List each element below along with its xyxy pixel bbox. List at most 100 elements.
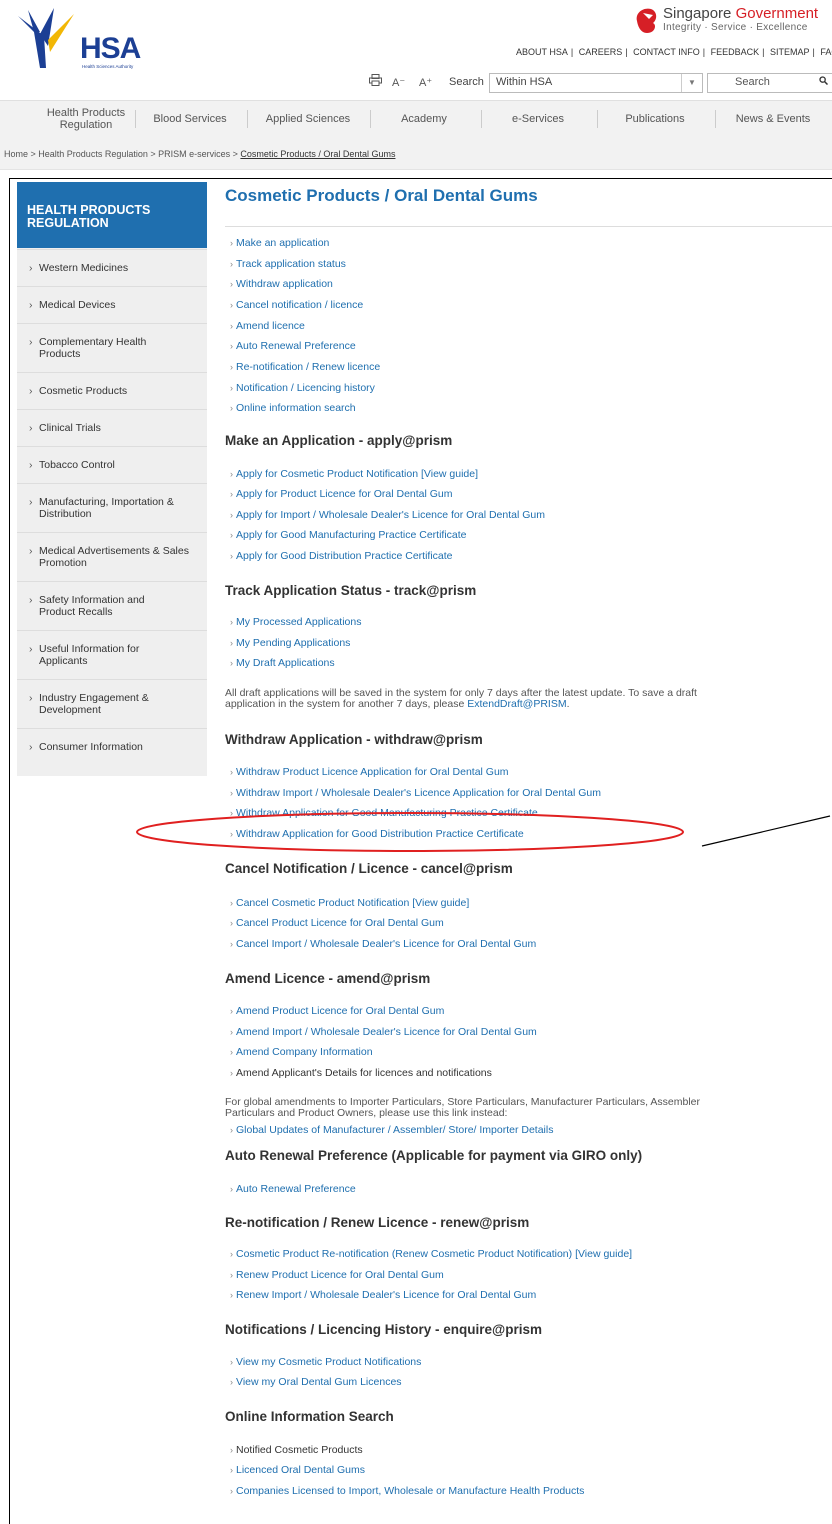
sidebar-item-clinical-trials[interactable]: › Clinical Trials [17,409,207,446]
top-link-contact[interactable]: CONTACT INFO [631,47,702,57]
link-apply-gdp[interactable]: › Apply for Good Distribution Practice Ce… [230,550,453,562]
top-links: ABOUT HSA | CAREERS | CONTACT INFO | FEEDBA… [514,47,832,57]
quick-link-cancel[interactable]: › Cancel notification / licence [230,299,363,311]
page-title: Cosmetic Products / Oral Dental Gums [225,186,538,205]
section-heading-renew: Re-notification / Renew Licence - renew@… [225,1215,530,1230]
nav-news-events[interactable]: News & Events [718,101,828,137]
link-apply-cosmetic-notification[interactable]: › Apply for Cosmetic Product Notification… [230,468,478,480]
increase-font-button[interactable]: A⁺ [419,76,432,89]
link-licensed-companies[interactable]: › Companies Licensed to Import, Wholesale… [230,1485,584,1497]
sidebar-item-cosmetic-products[interactable]: › Cosmetic Products [17,372,207,409]
sidebar-item-useful-information[interactable]: › Useful Information for Applicants [17,630,207,679]
link-pending-applications[interactable]: › My Pending Applications [230,637,350,649]
link-auto-renewal-preference[interactable]: › Auto Renewal Preference [230,1183,356,1195]
sidebar-item-medical-advertisements[interactable]: › Medical Advertisements & Sales Promotio… [17,532,207,581]
chevron-down-icon: ▼ [681,74,702,92]
quick-link-track-status[interactable]: › Track application status [230,258,346,270]
quick-link-online-search[interactable]: › Online information search [230,402,356,414]
nav-e-services[interactable]: e-Services [484,101,592,137]
search-placeholder: Search [735,76,770,88]
link-apply-gmp[interactable]: › Apply for Good Manufacturing Practice C… [230,529,467,541]
link-notified-cosmetic-products[interactable]: › Notified Cosmetic Products [230,1444,363,1456]
breadcrumb-home[interactable]: Home [4,149,28,159]
top-link-about[interactable]: ABOUT HSA [514,47,570,57]
sidebar-item-medical-devices[interactable]: › Medical Devices [17,286,207,323]
section-heading-apply: Make an Application - apply@prism [225,433,453,448]
print-icon[interactable] [369,74,382,89]
link-renew-product-licence[interactable]: › Renew Product Licence for Oral Dental G… [230,1269,444,1281]
quick-link-renew[interactable]: › Re-notification / Renew licence [230,361,380,373]
view-guide-link[interactable]: [View guide] [575,1248,632,1260]
breadcrumb: Home > Health Products Regulation > PRIS… [0,137,832,170]
nav-blood-services[interactable]: Blood Services [138,101,242,137]
link-amend-company-info[interactable]: › Amend Company Information [230,1046,373,1058]
extend-draft-link[interactable]: ExtendDraft@PRISM [467,698,566,710]
top-link-careers[interactable]: CAREERS [577,47,625,57]
search-scope-value: Within HSA [496,76,553,88]
nav-health-products-regulation[interactable]: Health Products Regulation [42,101,130,137]
link-processed-applications[interactable]: › My Processed Applications [230,616,361,628]
section-heading-history: Notifications / Licencing History - enqu… [225,1322,542,1337]
gov-title: Singapore Government [663,5,819,22]
link-renew-import-licence[interactable]: › Renew Import / Wholesale Dealer's Licen… [230,1289,536,1301]
view-guide-link[interactable]: [View guide] [412,897,469,909]
search-icon[interactable] [819,76,829,88]
sidebar-item-tobacco-control[interactable]: › Tobacco Control [17,446,207,483]
link-cosmetic-renotification[interactable]: › Cosmetic Product Re-notification (Renew… [230,1248,632,1260]
sidebar-item-safety-information[interactable]: › Safety Information and Product Recalls [17,581,207,630]
nav-publications[interactable]: Publications [600,101,710,137]
search-scope-select[interactable]: Within HSA ▼ [489,73,703,93]
callout-line [701,815,831,847]
link-amend-product-licence[interactable]: › Amend Product Licence for Oral Dental G… [230,1005,444,1017]
breadcrumb-current[interactable]: Cosmetic Products / Oral Dental Gums [240,149,395,159]
quick-link-amend[interactable]: › Amend licence [230,320,305,332]
global-amend-note: For global amendments to Importer Partic… [225,1096,701,1119]
link-licenced-odg[interactable]: › Licenced Oral Dental Gums [230,1464,365,1476]
frame-top-edge [9,178,832,179]
sidebar-item-industry-engagement[interactable]: › Industry Engagement & Development [17,679,207,728]
gov-tagline: Integrity · Service · Excellence [663,22,808,33]
top-link-faqs[interactable]: FAQS [818,47,832,57]
highlight-ellipse [136,812,684,852]
link-cancel-import-licence[interactable]: › Cancel Import / Wholesale Dealer's Lice… [230,938,536,950]
nav-academy[interactable]: Academy [373,101,475,137]
quick-link-auto-renewal[interactable]: › Auto Renewal Preference [230,340,356,352]
link-withdraw-product-licence[interactable]: › Withdraw Product Licence Application fo… [230,766,509,778]
sidebar-item-complementary-health-products[interactable]: › Complementary Health Products [17,323,207,372]
logo-subtitle: Health Sciences Authority [82,64,134,69]
view-guide-link[interactable]: [View guide] [421,468,478,480]
breadcrumb-prism-e-services[interactable]: PRISM e-services [158,149,230,159]
link-apply-product-licence[interactable]: › Apply for Product Licence for Oral Dent… [230,488,453,500]
quick-link-make-application[interactable]: › Make an application [230,237,329,249]
link-view-odg-licences[interactable]: › View my Oral Dental Gum Licences [230,1376,402,1388]
section-heading-amend: Amend Licence - amend@prism [225,971,431,986]
draft-note: All draft applications will be saved in … [225,687,697,710]
link-cancel-cosmetic-notification[interactable]: › Cancel Cosmetic Product Notification [V… [230,897,469,909]
section-heading-track: Track Application Status - track@prism [225,583,477,598]
breadcrumb-health-products-regulation[interactable]: Health Products Regulation [38,149,148,159]
link-amend-applicant-details[interactable]: › Amend Applicant's Details for licences … [230,1067,492,1079]
quick-link-history[interactable]: › Notification / Licencing history [230,382,375,394]
link-cancel-product-licence[interactable]: › Cancel Product Licence for Oral Dental … [230,917,444,929]
sidebar-item-manufacturing[interactable]: › Manufacturing, Importation & Distributi… [17,483,207,532]
search-input[interactable]: Search [707,73,832,93]
section-heading-cancel: Cancel Notification / Licence - cancel@p… [225,861,513,876]
quick-link-withdraw[interactable]: › Withdraw application [230,278,333,290]
nav-applied-sciences[interactable]: Applied Sciences [250,101,366,137]
top-link-feedback[interactable]: FEEDBACK [709,47,762,57]
section-heading-withdraw: Withdraw Application - withdraw@prism [225,732,483,747]
link-apply-import-licence[interactable]: › Apply for Import / Wholesale Dealer's L… [230,509,545,521]
link-global-updates[interactable]: › Global Updates of Manufacturer / Assemb… [230,1124,553,1136]
link-view-cosmetic-notifications[interactable]: › View my Cosmetic Product Notifications [230,1356,421,1368]
frame-left-edge [9,178,10,1524]
link-withdraw-import-licence[interactable]: › Withdraw Import / Wholesale Dealer's Li… [230,787,601,799]
sidebar-item-consumer-information[interactable]: › Consumer Information [17,728,207,777]
decrease-font-button[interactable]: A⁻ [392,76,405,89]
hsa-logo[interactable]: HSA Health Sciences Authority [14,6,174,70]
top-link-sitemap[interactable]: SITEMAP [768,47,812,57]
link-amend-import-licence[interactable]: › Amend Import / Wholesale Dealer's Licen… [230,1026,537,1038]
search-label: Search [449,76,484,88]
singapore-government-banner[interactable]: Singapore Government Integrity · Service… [633,5,832,35]
sidebar-item-western-medicines[interactable]: › Western Medicines [17,249,207,286]
link-draft-applications[interactable]: › My Draft Applications [230,657,335,669]
